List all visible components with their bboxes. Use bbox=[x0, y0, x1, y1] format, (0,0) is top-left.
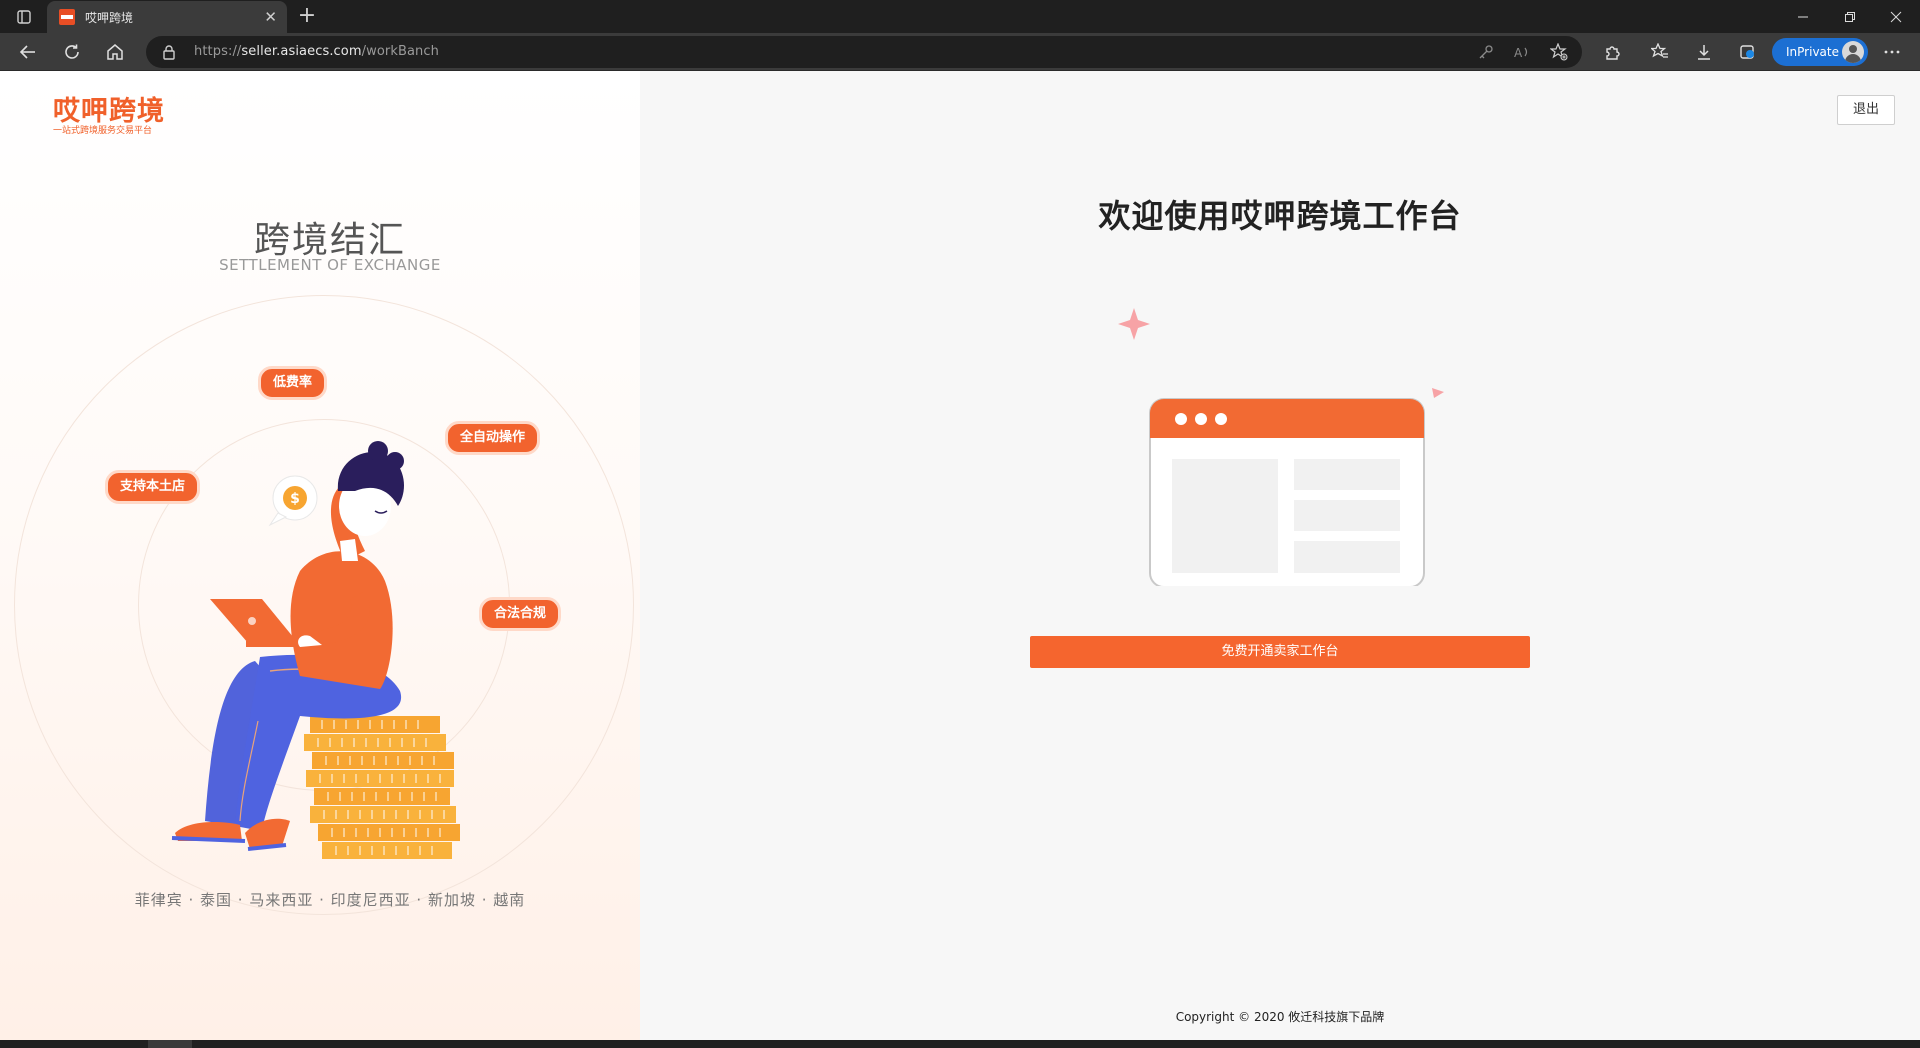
os-taskbar bbox=[0, 1040, 1920, 1048]
read-aloud-icon[interactable]: A bbox=[1512, 42, 1532, 62]
new-tab-button[interactable]: + bbox=[294, 4, 320, 30]
promo-panel: 哎呷跨境 一站式跨境服务交易平台 跨境结汇 SETTLEMENT OF EXCH… bbox=[0, 71, 640, 1040]
coin-symbol: $ bbox=[290, 491, 300, 507]
site-favicon-icon bbox=[59, 9, 75, 25]
downloads-icon[interactable] bbox=[1689, 37, 1719, 67]
coin-stack-icon bbox=[304, 716, 460, 859]
url-text[interactable]: https://seller.asiaecs.com/workBanch bbox=[194, 44, 439, 59]
browser-toolbar: https://seller.asiaecs.com/workBanch A I… bbox=[0, 33, 1920, 71]
favorites-icon[interactable] bbox=[1645, 37, 1675, 67]
page-content: 哎呷跨境 一站式跨境服务交易平台 跨境结汇 SETTLEMENT OF EXCH… bbox=[0, 71, 1920, 1040]
window-dot-icon bbox=[1175, 413, 1187, 425]
sparkle-icon bbox=[1118, 308, 1150, 340]
collections-icon[interactable] bbox=[1733, 37, 1763, 67]
feature-pill-low-fee: 低费率 bbox=[258, 366, 328, 400]
logo-slogan: 一站式跨境服务交易平台 bbox=[53, 126, 153, 136]
browser-tab-bar: 哎呷跨境 ✕ + bbox=[0, 0, 1920, 33]
window-dot-icon bbox=[1195, 413, 1207, 425]
taskbar-active-app[interactable] bbox=[148, 1040, 192, 1048]
add-favorite-icon[interactable] bbox=[1549, 42, 1569, 62]
inprivate-label: InPrivate bbox=[1786, 45, 1839, 59]
refresh-icon[interactable] bbox=[57, 37, 87, 67]
minimize-icon[interactable] bbox=[1780, 0, 1826, 33]
copyright-text: Copyright © 2020 攸迁科技旗下品牌 bbox=[1175, 1010, 1385, 1024]
country-list: 菲律宾 · 泰国 · 马来西亚 · 印度尼西亚 · 新加坡 · 越南 bbox=[134, 891, 526, 909]
extensions-icon[interactable] bbox=[1597, 37, 1627, 67]
logout-button[interactable]: 退出 bbox=[1837, 95, 1895, 125]
key-icon[interactable] bbox=[1476, 42, 1496, 62]
more-menu-icon[interactable] bbox=[1877, 37, 1907, 67]
tab-actions-icon[interactable] bbox=[8, 5, 40, 29]
promo-subtitle: SETTLEMENT OF EXCHANGE bbox=[219, 256, 441, 274]
profile-avatar-icon bbox=[1842, 41, 1864, 63]
browser-tab[interactable]: 哎呷跨境 ✕ bbox=[47, 1, 287, 33]
lock-icon[interactable] bbox=[162, 44, 176, 64]
svg-text:A: A bbox=[1514, 46, 1523, 60]
home-icon[interactable] bbox=[100, 37, 130, 67]
monitor-illustration bbox=[1118, 308, 1444, 586]
window-dot-icon bbox=[1215, 413, 1227, 425]
inprivate-badge[interactable]: InPrivate bbox=[1772, 38, 1868, 66]
restore-icon[interactable] bbox=[1827, 0, 1873, 33]
dollar-coin-icon: $ bbox=[268, 475, 318, 527]
triangle-decor-icon bbox=[1432, 388, 1444, 398]
open-workbench-button[interactable]: 免费开通卖家工作台 bbox=[1030, 636, 1530, 668]
address-bar[interactable]: https://seller.asiaecs.com/workBanch A bbox=[146, 36, 1582, 68]
tab-close-icon[interactable]: ✕ bbox=[264, 7, 277, 27]
welcome-heading: 欢迎使用哎呷跨境工作台 bbox=[1098, 197, 1462, 235]
close-window-icon[interactable] bbox=[1873, 0, 1919, 33]
person-coins-illustration: $ bbox=[171, 441, 460, 859]
tab-title: 哎呷跨境 bbox=[85, 10, 134, 25]
back-icon[interactable] bbox=[13, 37, 43, 67]
